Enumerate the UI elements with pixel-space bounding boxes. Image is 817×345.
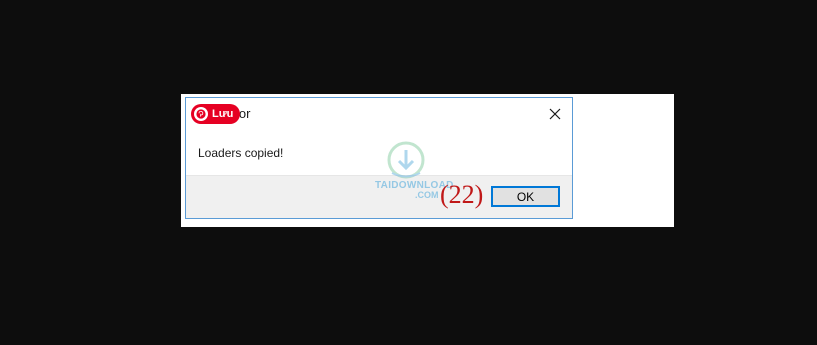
close-icon	[549, 108, 561, 120]
close-button[interactable]	[542, 101, 568, 127]
watermark-domain: .COM	[415, 190, 439, 200]
pinterest-save-label: Lưu	[212, 108, 234, 120]
pinterest-icon	[194, 107, 208, 121]
ok-button[interactable]: OK	[491, 186, 560, 207]
step-annotation: (22)	[440, 180, 484, 209]
screen: ator Loaders copied! OK Lưu	[0, 0, 817, 345]
pinterest-save-button[interactable]: Lưu	[191, 104, 240, 124]
dialog-message: Loaders copied!	[198, 146, 284, 160]
download-arrow-icon	[387, 141, 425, 179]
dialog-titlebar[interactable]: ator	[186, 98, 572, 130]
message-dialog: ator Loaders copied! OK	[185, 97, 573, 219]
